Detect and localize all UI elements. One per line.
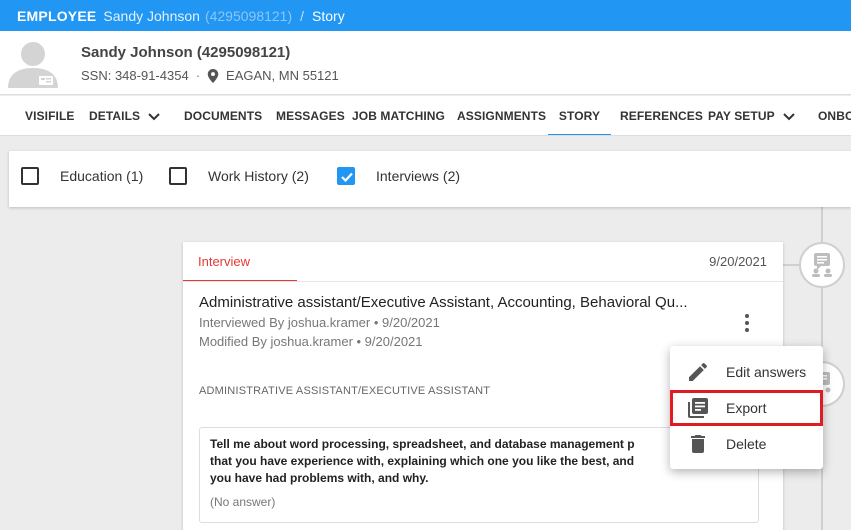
breadcrumb-employee-name[interactable]: Sandy Johnson: [103, 8, 200, 24]
interview-answer: (No answer): [210, 495, 276, 509]
breadcrumb-root[interactable]: EMPLOYEE: [17, 8, 96, 24]
filter-label: Work History (2): [208, 168, 309, 184]
more-vert-icon[interactable]: [742, 313, 752, 333]
work-history-checkbox[interactable]: [169, 167, 187, 185]
card-actions-menu: Edit answers Export Delete: [670, 346, 823, 469]
section-label: ADMINISTRATIVE ASSISTANT/EXECUTIVE ASSIS…: [199, 385, 491, 397]
pencil-icon: [689, 362, 708, 381]
location-pin-icon: [207, 68, 219, 83]
tab-references[interactable]: REFERENCES: [620, 96, 703, 135]
breadcrumb-separator: /: [300, 7, 305, 24]
checkmark-icon: [341, 172, 353, 183]
question-line: that you have experience with, explainin…: [210, 454, 635, 468]
chevron-down-icon: [783, 113, 795, 121]
card-type-tab[interactable]: Interview: [183, 242, 297, 281]
menu-item-label: Export: [726, 400, 767, 416]
interview-question: Tell me about word processing, spreadshe…: [210, 436, 748, 487]
filter-label: Education (1): [60, 168, 144, 184]
tab-visifile[interactable]: VISIFILE: [25, 96, 74, 135]
card-date: 9/20/2021: [709, 254, 767, 269]
tab-pay-setup[interactable]: PAY SETUP: [708, 96, 795, 135]
tab-assignments[interactable]: ASSIGNMENTS: [457, 96, 546, 135]
timeline-connector: [783, 264, 799, 266]
employee-name: Sandy Johnson (4295098121): [81, 44, 291, 61]
menu-item-edit-answers[interactable]: Edit answers: [670, 354, 823, 390]
tab-onboarding[interactable]: ONBO: [818, 96, 851, 135]
filter-label: Interviews (2): [376, 168, 461, 184]
library-books-icon: [688, 398, 708, 418]
interviewed-by: Interviewed By joshua.kramer • 9/20/2021: [199, 315, 440, 330]
avatar-icon: [8, 42, 58, 88]
employee-ssn: SSN: 348-91-4354: [81, 68, 189, 83]
interview-icon: [812, 253, 832, 277]
tab-story[interactable]: STORY: [548, 96, 611, 135]
tab-documents[interactable]: DOCUMENTS: [184, 96, 262, 135]
story-filter-bar: Education (1) Work History (2) Interview…: [9, 151, 851, 207]
tab-details[interactable]: DETAILS: [89, 96, 160, 135]
menu-item-label: Delete: [726, 436, 767, 452]
question-line: Tell me about word processing, spreadshe…: [210, 437, 635, 451]
trash-icon: [691, 435, 705, 453]
card-divider: [183, 281, 783, 282]
filter-education[interactable]: Education (1): [21, 167, 143, 185]
breadcrumb-current-page: Story: [312, 7, 345, 24]
employee-meta: SSN: 348-91-4354 · EAGAN, MN 55121: [81, 68, 339, 83]
timeline-node[interactable]: [799, 242, 845, 288]
chevron-down-icon: [148, 113, 160, 121]
breadcrumb: EMPLOYEE Sandy Johnson (4295098121) / St…: [0, 0, 851, 31]
breadcrumb-employee-id: (4295098121): [204, 7, 293, 24]
filter-work-history[interactable]: Work History (2): [169, 167, 309, 185]
filter-interviews[interactable]: Interviews (2): [337, 167, 460, 185]
profile-header: Sandy Johnson (4295098121) SSN: 348-91-4…: [0, 31, 851, 95]
menu-item-label: Edit answers: [726, 364, 807, 380]
interview-title: Administrative assistant/Executive Assis…: [199, 294, 688, 311]
education-checkbox[interactable]: [21, 167, 39, 185]
menu-item-export[interactable]: Export: [670, 390, 823, 426]
question-line: you have had problems with, and why.: [210, 471, 429, 485]
employee-location: EAGAN, MN 55121: [226, 68, 339, 83]
section-tabs: VISIFILE DETAILS DOCUMENTS MESSAGES JOB …: [0, 96, 851, 136]
meta-separator: ·: [195, 68, 201, 83]
menu-item-delete[interactable]: Delete: [670, 426, 823, 462]
tab-job-matching[interactable]: JOB MATCHING: [352, 96, 445, 135]
modified-by: Modified By joshua.kramer • 9/20/2021: [199, 334, 423, 349]
tab-messages[interactable]: MESSAGES: [276, 96, 345, 135]
interviews-checkbox[interactable]: [337, 167, 355, 185]
